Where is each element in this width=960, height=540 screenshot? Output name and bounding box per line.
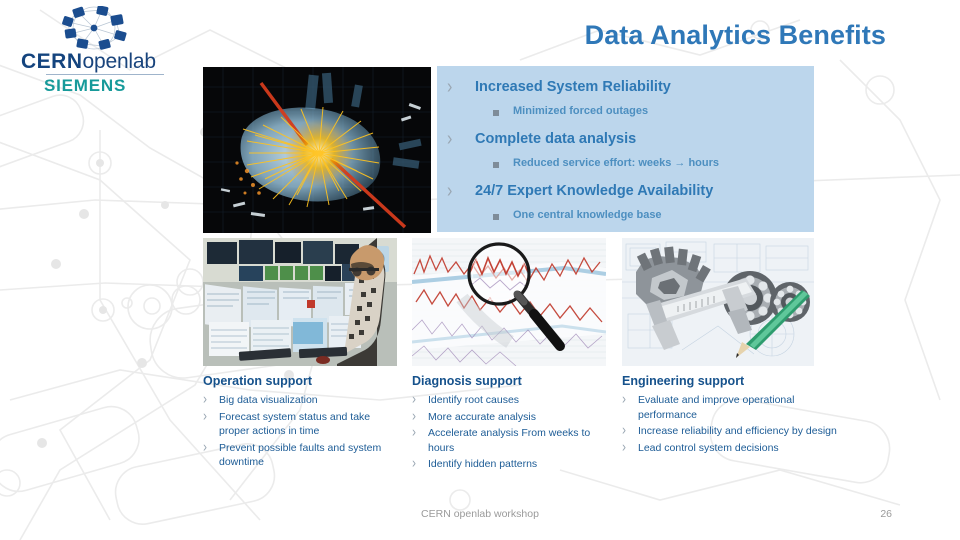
benefits-panel: › Increased System Reliability Minimized… xyxy=(437,66,814,232)
column-2-item-1-label: Identify root causes xyxy=(428,394,520,406)
logo-block: CERNopenlab SIEMENS xyxy=(12,6,192,98)
column-3-item-2: › Increase reliability and efficiency by… xyxy=(622,421,837,439)
column-2-item-2-label: More accurate analysis xyxy=(428,410,536,423)
benefit-item-1-label: Increased System Reliability xyxy=(475,79,671,95)
chevron-right-icon: › xyxy=(203,438,207,455)
chevron-right-icon: › xyxy=(412,454,416,472)
logo-cern-text: CERN xyxy=(21,50,83,73)
column-3-item-1-label: Evaluate and improve operational perform… xyxy=(638,394,795,421)
column-operation-support: Operation support › Big data visualizati… xyxy=(203,374,403,472)
particle-collision-event-display-image xyxy=(203,67,431,233)
column-2-item-3-label: Accelerate analysis From weeks to hours xyxy=(428,427,591,454)
column-1-item-2-label: Forecast system status and take proper a… xyxy=(219,410,371,438)
cern-openlab-network-logo-icon xyxy=(62,6,127,50)
column-1-item-1-label: Big data visualization xyxy=(219,394,318,406)
column-engineering-support: Engineering support › Evaluate and impro… xyxy=(622,374,837,457)
column-1-item-1: › Big data visualization xyxy=(203,390,403,408)
column-3-item-2-label: Increase reliability and efficiency by d… xyxy=(638,425,837,437)
chevron-right-icon: › xyxy=(622,390,626,408)
footer-label: CERN openlab workshop xyxy=(421,508,539,520)
benefit-item-2-label: Complete data analysis xyxy=(475,131,637,147)
column-2-item-2: › More accurate analysis xyxy=(412,407,612,425)
square-bullet-icon xyxy=(493,162,499,168)
slide: CERNopenlab SIEMENS Data Analytics Benef… xyxy=(0,0,960,540)
benefit-item-3-label: 24/7 Expert Knowledge Availability xyxy=(475,183,714,199)
engineering-parts-photo xyxy=(622,238,814,366)
chevron-right-icon: › xyxy=(203,407,207,424)
chevron-right-icon: › xyxy=(412,423,416,441)
benefit-item-2: › Complete data analysis xyxy=(447,129,637,150)
column-3-item-3-label: Lead control system decisions xyxy=(638,441,779,454)
chevron-right-icon: › xyxy=(622,421,626,439)
column-1-heading: Operation support xyxy=(203,374,313,388)
column-3-item-3: › Lead control system decisions xyxy=(622,438,837,456)
column-1-item-3-label: Prevent possible faults and system downt… xyxy=(219,441,382,469)
benefit-subitem-1-1-label: Minimized forced outages xyxy=(513,105,649,117)
benefit-subitem-3-1: One central knowledge base xyxy=(493,209,662,221)
page-title: Data Analytics Benefits xyxy=(584,20,886,50)
column-diagnosis-support: Diagnosis support › Identify root causes… xyxy=(412,374,612,474)
benefit-subitem-1-1: Minimized forced outages xyxy=(493,105,649,117)
benefit-item-1: › Increased System Reliability xyxy=(447,77,671,98)
logo-siemens-text: SIEMENS xyxy=(44,76,127,95)
column-1-item-3: › Prevent possible faults and system dow… xyxy=(203,438,403,470)
footer-page-number: 26 xyxy=(880,508,892,520)
chevron-right-icon: › xyxy=(622,438,626,455)
control-room-photo xyxy=(203,238,397,366)
square-bullet-icon xyxy=(493,214,499,220)
column-1-item-2: › Forecast system status and take proper… xyxy=(203,407,403,439)
logo-divider xyxy=(46,74,164,75)
logo-wordmark: CERNopenlab xyxy=(21,50,191,74)
column-2-item-1: › Identify root causes xyxy=(412,390,612,408)
square-bullet-icon xyxy=(493,110,499,116)
column-3-item-1: › Evaluate and improve operational perfo… xyxy=(622,390,837,422)
column-3-heading: Engineering support xyxy=(622,374,745,388)
chevron-right-icon: › xyxy=(447,128,453,150)
chevron-right-icon: › xyxy=(447,76,453,98)
benefit-item-3: › 24/7 Expert Knowledge Availability xyxy=(447,181,714,202)
column-2-item-4: › Identify hidden patterns xyxy=(412,454,612,472)
column-2-heading: Diagnosis support xyxy=(412,374,522,388)
chevron-right-icon: › xyxy=(412,390,416,408)
logo-openlab-text: openlab xyxy=(82,50,157,73)
chevron-right-icon: › xyxy=(447,180,453,202)
chevron-right-icon: › xyxy=(412,407,416,424)
column-2-item-3: › Accelerate analysis From weeks to hour… xyxy=(412,423,612,455)
benefit-subitem-2-1-label: Reduced service effort: weeks → hours xyxy=(513,157,720,169)
benefit-subitem-3-1-label: One central knowledge base xyxy=(513,209,662,221)
benefit-subitem-2-1: Reduced service effort: weeks → hours xyxy=(493,157,720,169)
column-2-item-4-label: Identify hidden patterns xyxy=(428,458,538,470)
magnifier-chart-photo xyxy=(412,238,606,366)
chevron-right-icon: › xyxy=(203,390,207,408)
